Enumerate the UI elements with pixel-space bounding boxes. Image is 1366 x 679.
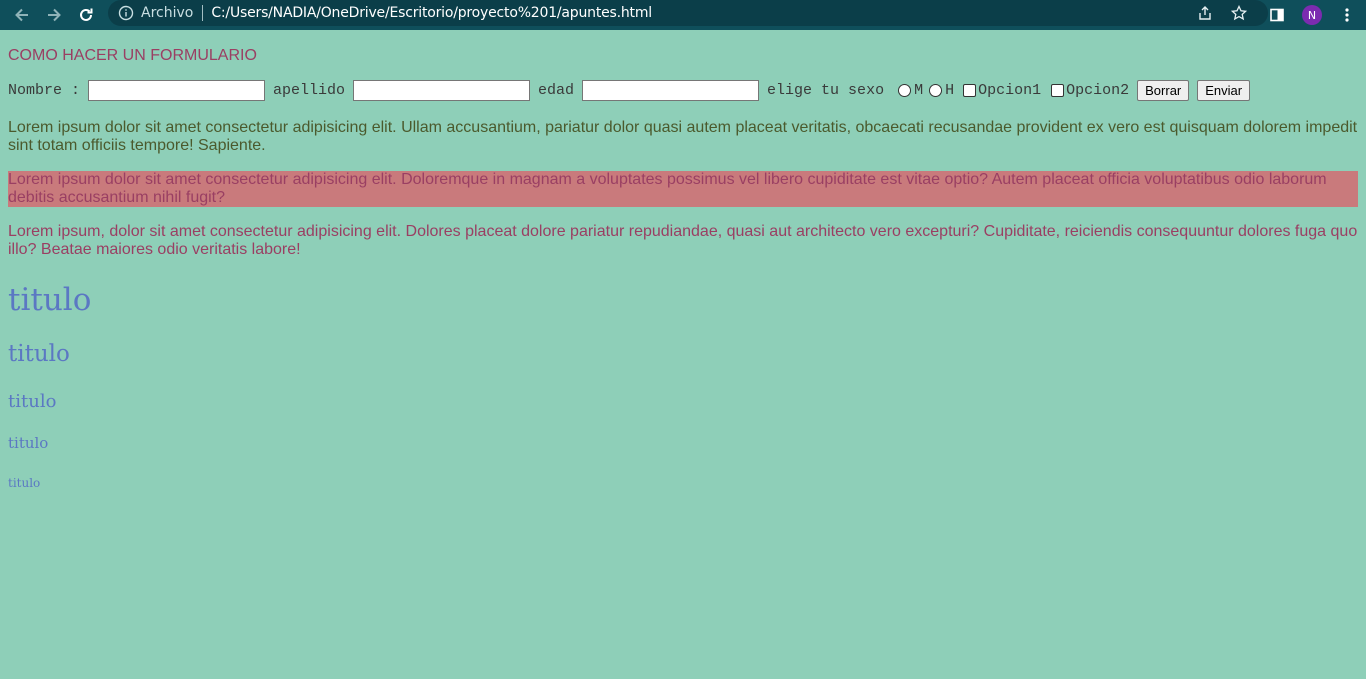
omnibox-divider	[202, 5, 204, 21]
back-button[interactable]	[6, 0, 38, 30]
browser-toolbar: Archivo C:/Users/NADIA/OneDrive/Escritor…	[0, 0, 1366, 30]
enviar-button[interactable]: Enviar	[1197, 80, 1251, 101]
toolbar-right: N	[1268, 0, 1356, 30]
reload-button[interactable]	[70, 0, 102, 30]
page-title: COMO HACER UN FORMULARIO	[8, 47, 257, 64]
radio-h[interactable]	[929, 84, 943, 97]
nombre-label: Nombre :	[8, 82, 81, 99]
heading-1: titulo	[8, 282, 92, 318]
form: Nombre : apellido edad elige tu sexo M H…	[8, 80, 1366, 101]
paragraph-2-highlighted: Lorem ipsum dolor sit amet consectetur a…	[8, 171, 1358, 207]
url-text[interactable]: C:/Users/NADIA/OneDrive/Escritorio/proye…	[211, 5, 652, 21]
heading-2: titulo	[8, 341, 70, 367]
checkbox-opcion1[interactable]	[963, 84, 977, 97]
apellido-label: apellido	[273, 82, 346, 99]
edad-label: edad	[538, 82, 575, 99]
opcion1-label: Opcion1	[978, 82, 1042, 99]
paragraph-1: Lorem ipsum dolor sit amet consectetur a…	[8, 119, 1358, 154]
profile-avatar[interactable]: N	[1302, 5, 1322, 25]
side-panel-icon[interactable]	[1268, 6, 1286, 24]
info-icon[interactable]	[118, 5, 134, 21]
reload-icon	[77, 6, 95, 24]
omnibox-actions	[1196, 0, 1248, 26]
heading-5: titulo	[8, 476, 41, 490]
opcion2-label: Opcion2	[1066, 82, 1130, 99]
nombre-input[interactable]	[88, 80, 266, 101]
radio-h-label: H	[945, 82, 955, 99]
file-scheme-label: Archivo	[141, 5, 194, 21]
forward-arrow-icon	[45, 6, 63, 24]
back-arrow-icon	[13, 6, 31, 24]
address-bar[interactable]: Archivo C:/Users/NADIA/OneDrive/Escritor…	[108, 0, 1268, 26]
kebab-menu-icon[interactable]	[1338, 6, 1356, 24]
forward-button[interactable]	[38, 0, 70, 30]
radio-m-label: M	[914, 82, 924, 99]
share-icon[interactable]	[1196, 4, 1214, 22]
star-icon[interactable]	[1230, 4, 1248, 22]
paragraph-3: Lorem ipsum, dolor sit amet consectetur …	[8, 223, 1358, 258]
apellido-input[interactable]	[353, 80, 531, 101]
checkbox-opcion2[interactable]	[1051, 84, 1065, 97]
heading-4: titulo	[8, 434, 49, 452]
edad-input[interactable]	[582, 80, 760, 101]
sexo-label: elige tu sexo	[767, 82, 885, 99]
heading-3: titulo	[8, 391, 57, 412]
borrar-button[interactable]: Borrar	[1137, 80, 1190, 101]
radio-m[interactable]	[898, 84, 912, 97]
